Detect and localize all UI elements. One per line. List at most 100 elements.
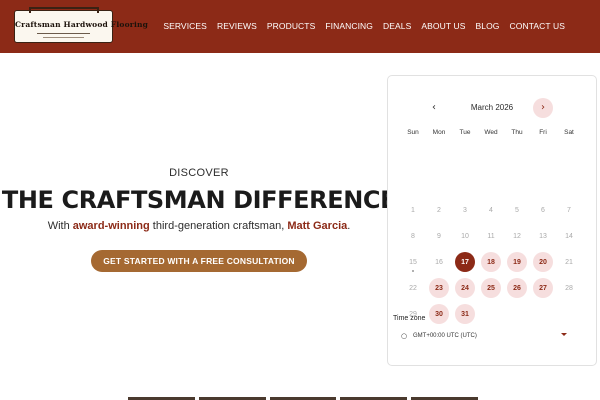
calendar-day: 12 bbox=[504, 223, 530, 249]
calendar-day-number: 6 bbox=[541, 206, 545, 214]
calendar-day: 11 bbox=[478, 223, 504, 249]
calendar-day-number: 13 bbox=[539, 232, 547, 240]
calendar-day[interactable]: 19 bbox=[504, 249, 530, 275]
calendar-day-number: 21 bbox=[565, 258, 573, 266]
calendar-day-number bbox=[455, 174, 475, 194]
calendar-day[interactable]: 26 bbox=[504, 275, 530, 301]
calendar-day: 15 bbox=[400, 249, 426, 275]
calendar-day-number bbox=[481, 174, 501, 194]
calendar-day: 9 bbox=[426, 223, 452, 249]
calendar-day-number: 9 bbox=[437, 232, 441, 240]
calendar-day: 29 bbox=[400, 301, 426, 327]
nav-contact-us[interactable]: CONTACT US bbox=[505, 21, 570, 31]
logo-divider-small bbox=[43, 37, 84, 38]
calendar-day: 1 bbox=[400, 197, 426, 223]
weekday-label: Sun bbox=[407, 129, 419, 136]
calendar-day-number: 18 bbox=[481, 252, 501, 272]
calendar-day-number: 14 bbox=[565, 232, 573, 240]
calendar-day: 16 bbox=[426, 249, 452, 275]
calendar-day-number: 16 bbox=[435, 258, 443, 266]
calendar-day-number: 30 bbox=[429, 304, 449, 324]
calendar-day-number: 11 bbox=[487, 232, 495, 240]
weekday-label: Sat bbox=[564, 129, 574, 136]
calendar-day-number bbox=[507, 174, 527, 194]
calendar-empty-cell bbox=[530, 171, 556, 197]
calendar-day: 3 bbox=[452, 197, 478, 223]
logo-divider bbox=[37, 33, 90, 34]
globe-icon: ○ bbox=[401, 332, 408, 340]
calendar-day: 5 bbox=[504, 197, 530, 223]
calendar-day: 22 bbox=[400, 275, 426, 301]
weekday-label: Mon bbox=[432, 129, 446, 136]
main-nav: SERVICES REVIEWS PRODUCTS FINANCING DEAL… bbox=[158, 21, 570, 31]
calendar-day[interactable]: 31 bbox=[452, 301, 478, 327]
calendar-day-number: 2 bbox=[437, 206, 441, 214]
calendar-day-number: 22 bbox=[409, 284, 417, 292]
nav-reviews[interactable]: REVIEWS bbox=[212, 21, 262, 31]
calendar-day-number: 19 bbox=[507, 252, 527, 272]
nav-about-us[interactable]: ABOUT US bbox=[416, 21, 470, 31]
nav-products[interactable]: PRODUCTS bbox=[262, 21, 321, 31]
nav-blog[interactable]: BLOG bbox=[471, 21, 505, 31]
calendar-month-label: March 2026 bbox=[470, 103, 514, 112]
free-consultation-button[interactable]: GET STARTED WITH A FREE CONSULTATION bbox=[91, 250, 307, 272]
calendar-day[interactable]: 30 bbox=[426, 301, 452, 327]
site-logo[interactable]: Craftsman Hardwood Flooring bbox=[14, 7, 149, 43]
calendar-day: 4 bbox=[478, 197, 504, 223]
calendar-day-number: 7 bbox=[567, 206, 571, 214]
next-month-icon[interactable]: › bbox=[533, 98, 553, 118]
calendar-day-number: 12 bbox=[513, 232, 521, 240]
nav-financing[interactable]: FINANCING bbox=[320, 21, 378, 31]
nav-services[interactable]: SERVICES bbox=[158, 21, 212, 31]
calendar-day: 21 bbox=[556, 249, 582, 275]
calendar-day-number: 1 bbox=[411, 206, 415, 214]
calendar-day: 28 bbox=[556, 275, 582, 301]
weekday-label: Tue bbox=[459, 129, 471, 136]
weekday-label: Wed bbox=[484, 129, 498, 136]
calendar-day: 2 bbox=[426, 197, 452, 223]
calendar-day-number bbox=[429, 174, 449, 194]
hero-sub-prefix: With bbox=[47, 220, 73, 232]
calendar-day-number: 31 bbox=[455, 304, 475, 324]
logo-roof-shape bbox=[29, 7, 99, 13]
logo-text: Craftsman Hardwood Flooring bbox=[15, 20, 149, 29]
calendar-day-number: 24 bbox=[455, 278, 475, 298]
calendar-day[interactable]: 20 bbox=[530, 249, 556, 275]
calendar-day[interactable]: 24 bbox=[452, 275, 478, 301]
calendar-day-number: 5 bbox=[515, 206, 519, 214]
hero-sub-name: Matt Garcia bbox=[287, 220, 348, 232]
booking-calendar: ‹ March 2026 › Sun Mon Tue Wed Thu Fri Sat 123… bbox=[387, 75, 597, 366]
site-header: Craftsman Hardwood Flooring SERVICES REV… bbox=[0, 0, 600, 53]
calendar-day: 14 bbox=[556, 223, 582, 249]
hero-sub-suffix: . bbox=[347, 220, 351, 232]
hero-eyebrow: DISCOVER bbox=[169, 167, 229, 179]
calendar-day: 6 bbox=[530, 197, 556, 223]
calendar-day-number: 26 bbox=[507, 278, 527, 298]
hero-sub-middle: third-generation craftsman, bbox=[149, 220, 288, 232]
calendar-header: ‹ March 2026 › bbox=[388, 98, 596, 118]
calendar-day-number: 27 bbox=[533, 278, 553, 298]
calendar-empty-cell bbox=[452, 171, 478, 197]
weekday-label: Thu bbox=[511, 129, 523, 136]
calendar-empty-cell bbox=[400, 171, 426, 197]
hero-title: THE CRAFTSMAN DIFFERENCE bbox=[1, 186, 397, 214]
nav-deals[interactable]: DEALS bbox=[378, 21, 416, 31]
calendar-day-number: 8 bbox=[411, 232, 415, 240]
calendar-day[interactable]: 27 bbox=[530, 275, 556, 301]
today-indicator-dot bbox=[412, 270, 414, 272]
calendar-day[interactable]: 23 bbox=[426, 275, 452, 301]
hero-sub-award: award-winning bbox=[72, 220, 150, 232]
timezone-select[interactable]: ○ GMT+00:00 UTC (UTC) bbox=[393, 328, 573, 345]
calendar-day[interactable]: 17 bbox=[452, 249, 478, 275]
calendar-day: 8 bbox=[400, 223, 426, 249]
weekday-label: Fri bbox=[539, 129, 547, 136]
calendar-day[interactable]: 25 bbox=[478, 275, 504, 301]
dropdown-caret-icon bbox=[561, 333, 567, 336]
weekday-header-row: Sun Mon Tue Wed Thu Fri Sat bbox=[400, 129, 582, 136]
calendar-day-number: 3 bbox=[463, 206, 467, 214]
calendar-day-number: 28 bbox=[565, 284, 573, 292]
calendar-day-number: 10 bbox=[461, 232, 469, 240]
timezone-value: GMT+00:00 UTC (UTC) bbox=[413, 333, 477, 339]
calendar-day[interactable]: 18 bbox=[478, 249, 504, 275]
timezone-label: Time zone bbox=[393, 315, 426, 322]
